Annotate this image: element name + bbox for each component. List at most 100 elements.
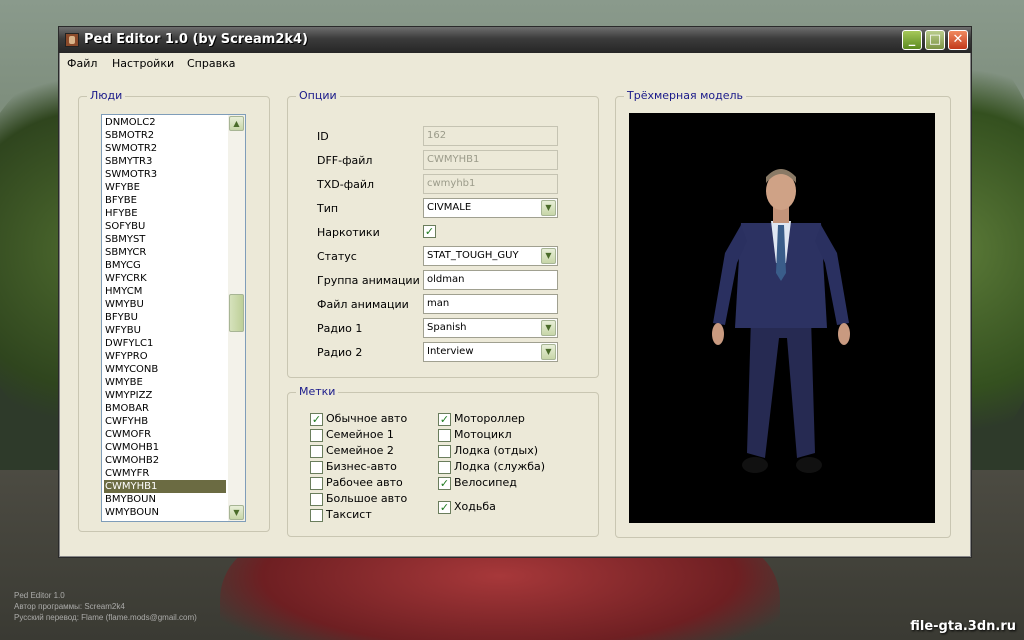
options-group-label: Опции	[296, 89, 340, 102]
list-item[interactable]: CWMYHB1	[104, 480, 226, 493]
list-item[interactable]: CWMYFR	[104, 467, 226, 480]
list-item[interactable]: BFYBE	[104, 194, 226, 207]
ped-model-figure	[712, 169, 850, 473]
list-item[interactable]: WMYPIZZ	[104, 389, 226, 402]
list-item[interactable]: CWMOHB2	[104, 454, 226, 467]
field-label: Тип	[317, 202, 339, 215]
list-item[interactable]: SBMYTR3	[104, 155, 226, 168]
dropdown-arrow-icon[interactable]: ▼	[541, 320, 556, 336]
field-value: cwmyhb1	[427, 178, 476, 189]
field-label: Радио 2	[317, 346, 363, 359]
field-label: Группа анимации	[317, 274, 420, 287]
flag-label: Обычное авто	[326, 412, 408, 425]
menu-file[interactable]: Файл	[67, 57, 97, 70]
list-item[interactable]: SBMOTR2	[104, 129, 226, 142]
dropdown-arrow-icon[interactable]: ▼	[541, 344, 556, 360]
flag-label: Большое авто	[326, 492, 408, 505]
flag-checkbox[interactable]: ✓	[310, 413, 323, 426]
model-viewport[interactable]	[629, 113, 935, 523]
list-item[interactable]: DNMOLC2	[104, 116, 226, 129]
list-item[interactable]: CWMOHB1	[104, 441, 226, 454]
narcotics-checkbox[interactable]: ✓	[423, 225, 436, 238]
flag-checkbox[interactable]	[310, 429, 323, 442]
list-item[interactable]: WFYBU	[104, 324, 226, 337]
flag-checkbox[interactable]	[310, 461, 323, 474]
scroll-down-icon[interactable]: ▼	[229, 505, 244, 520]
dropdown-arrow-icon[interactable]: ▼	[541, 200, 556, 216]
readonly-field: CWMYHB1	[423, 150, 558, 170]
people-list-scrollbar[interactable]: ▲ ▼	[228, 115, 245, 521]
menu-settings[interactable]: Настройки	[112, 57, 174, 70]
dropdown-arrow-icon[interactable]: ▼	[541, 248, 556, 264]
scroll-up-icon[interactable]: ▲	[229, 116, 244, 131]
flag-checkbox[interactable]	[310, 445, 323, 458]
select-field[interactable]: STAT_TOUGH_GUY ▼	[423, 246, 558, 266]
flag-label: Мотоцикл	[454, 428, 512, 441]
flag-label: Ходьба	[454, 500, 496, 513]
flag-label: Таксист	[326, 508, 372, 521]
list-item[interactable]: BMYCG	[104, 259, 226, 272]
list-item[interactable]: WFYCRK	[104, 272, 226, 285]
flag-checkbox[interactable]	[310, 493, 323, 506]
close-button[interactable]: ✕	[948, 30, 968, 50]
credits-text: Ped Editor 1.0 Автор программы: Scream2k…	[14, 590, 197, 623]
flag-checkbox[interactable]	[438, 429, 451, 442]
flag-checkbox[interactable]	[310, 477, 323, 490]
flag-checkbox[interactable]: ✓	[438, 413, 451, 426]
flag-checkbox[interactable]	[438, 461, 451, 474]
menu-bar: Файл Настройки Справка	[59, 54, 971, 74]
list-item[interactable]: WMYBE	[104, 376, 226, 389]
menu-help[interactable]: Справка	[187, 57, 235, 70]
field-value: oldman	[427, 274, 465, 285]
flags-group-label: Метки	[296, 385, 339, 398]
flag-label: Велосипед	[454, 476, 517, 489]
people-list[interactable]: DNMOLC2 SBMOTR2 SWMOTR2 SBMYTR3 SWMOTR3 WFYBE…	[101, 114, 246, 522]
list-item[interactable]: SBMYCR	[104, 246, 226, 259]
select-field[interactable]: CIVMALE ▼	[423, 198, 558, 218]
people-group-label: Люди	[87, 89, 126, 102]
title-bar[interactable]: Ped Editor 1.0 (by Scream2k4) _ □ ✕	[59, 27, 971, 53]
list-item[interactable]: BFYBU	[104, 311, 226, 324]
list-item[interactable]: SBMYST	[104, 233, 226, 246]
field-label: Файл анимации	[317, 298, 409, 311]
list-item[interactable]: CWFYHB	[104, 415, 226, 428]
text-input[interactable]: man	[423, 294, 558, 314]
model-group-label: Трёхмерная модель	[624, 89, 746, 102]
flag-label: Мотороллер	[454, 412, 525, 425]
list-item[interactable]: WMYBOUN	[104, 506, 226, 519]
list-item[interactable]: WMYBU	[104, 298, 226, 311]
flag-label: Бизнес-авто	[326, 460, 397, 473]
list-item[interactable]: HFYBE	[104, 207, 226, 220]
flag-label: Семейное 1	[326, 428, 394, 441]
text-input[interactable]: oldman	[423, 270, 558, 290]
list-item[interactable]: WFYBE	[104, 181, 226, 194]
scroll-thumb[interactable]	[229, 294, 244, 332]
flag-checkbox[interactable]	[310, 509, 323, 522]
list-item[interactable]: WFYPRO	[104, 350, 226, 363]
list-item[interactable]: WMYCONB	[104, 363, 226, 376]
ped-editor-window: Ped Editor 1.0 (by Scream2k4) _ □ ✕ Файл…	[58, 26, 972, 558]
select-field[interactable]: Interview ▼	[423, 342, 558, 362]
minimize-button[interactable]: _	[902, 30, 922, 50]
credit-line: Ped Editor 1.0	[14, 591, 65, 600]
list-item[interactable]: CWMOFR	[104, 428, 226, 441]
list-item[interactable]: BMYBOUN	[104, 493, 226, 506]
field-value: CWMYHB1	[427, 154, 480, 165]
list-item[interactable]: SOFYBU	[104, 220, 226, 233]
select-field[interactable]: Spanish ▼	[423, 318, 558, 338]
field-label: Наркотики	[317, 226, 380, 239]
flag-label: Лодка (служба)	[454, 460, 546, 473]
list-item[interactable]: BMOBAR	[104, 402, 226, 415]
flag-label: Лодка (отдых)	[454, 444, 539, 457]
field-label: DFF-файл	[317, 154, 373, 167]
list-item[interactable]: SWMOTR3	[104, 168, 226, 181]
flag-checkbox[interactable]: ✓	[438, 477, 451, 490]
app-icon	[65, 33, 79, 47]
list-item[interactable]: HMYCM	[104, 285, 226, 298]
maximize-button[interactable]: □	[925, 30, 945, 50]
list-item[interactable]: DWFYLC1	[104, 337, 226, 350]
list-item[interactable]: SWMOTR2	[104, 142, 226, 155]
flag-checkbox[interactable]: ✓	[438, 501, 451, 514]
readonly-field: cwmyhb1	[423, 174, 558, 194]
flag-checkbox[interactable]	[438, 445, 451, 458]
